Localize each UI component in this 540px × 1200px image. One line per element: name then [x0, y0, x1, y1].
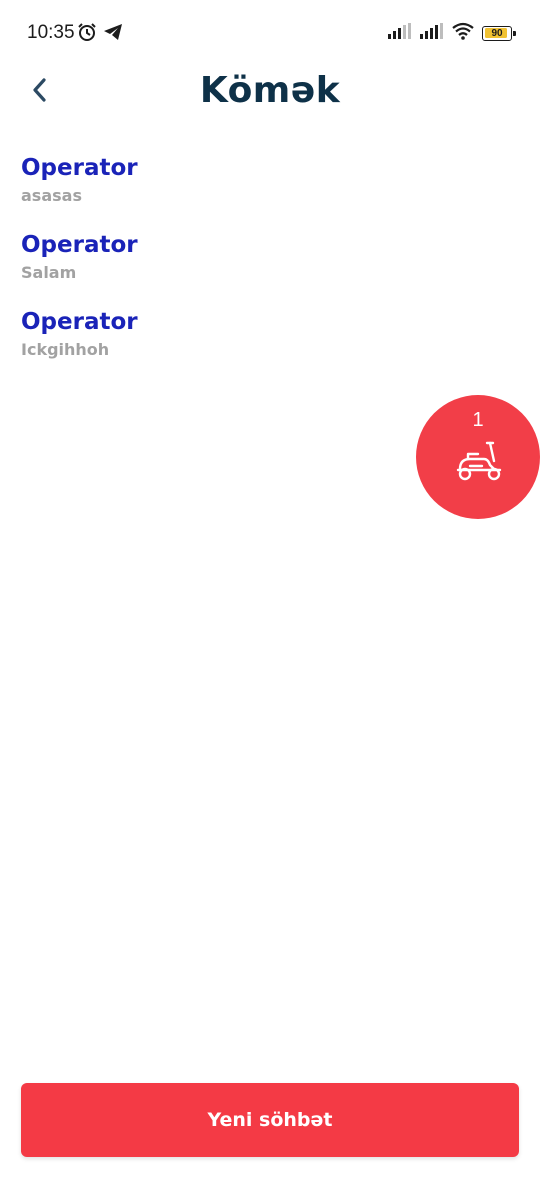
scooter-icon: [454, 439, 504, 487]
signal-icon: [388, 23, 412, 43]
chat-sender: Operator: [21, 232, 138, 258]
alarm-icon: [77, 22, 97, 46]
telegram-icon: [103, 22, 123, 46]
header: Kömək: [0, 68, 540, 128]
courier-order-button[interactable]: 1: [416, 395, 540, 519]
chat-item[interactable]: Operator Ickgihhoh: [21, 306, 401, 360]
order-count-badge: 1: [472, 409, 484, 431]
status-time: 10:35: [27, 22, 75, 43]
battery-level: 90: [491, 27, 503, 39]
status-right-icons: 90: [388, 22, 516, 44]
chat-preview: Ickgihhoh: [21, 340, 110, 359]
battery-icon: 90: [482, 25, 516, 41]
chat-item[interactable]: Operator asasas: [21, 152, 401, 229]
chat-preview: asasas: [21, 186, 82, 205]
status-left-icons: [77, 22, 123, 46]
chat-list: Operator asasas Operator Salam Operator …: [21, 152, 401, 360]
new-chat-button[interactable]: Yeni söhbət: [21, 1083, 519, 1157]
status-bar: 10:35 90: [0, 0, 540, 68]
chat-sender: Operator: [21, 309, 138, 335]
chat-preview: Salam: [21, 263, 77, 282]
wifi-icon: [452, 22, 474, 44]
battery-cap: [513, 30, 516, 36]
page-title: Kömək: [199, 70, 341, 111]
chat-sender: Operator: [21, 155, 138, 181]
signal-icon: [420, 23, 444, 43]
chat-item[interactable]: Operator Salam: [21, 229, 401, 306]
